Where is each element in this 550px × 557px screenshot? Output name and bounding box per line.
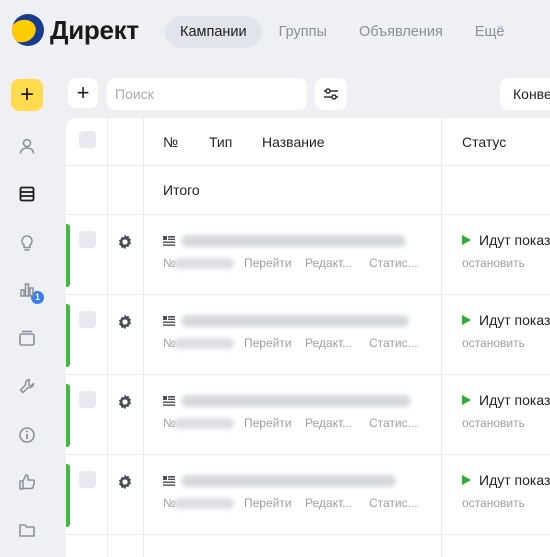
total-row-label: Итого — [163, 182, 200, 198]
campaign-name-redacted[interactable] — [181, 235, 406, 247]
active-status-stripe — [66, 224, 70, 287]
row-checkbox[interactable] — [79, 471, 96, 488]
stop-link[interactable]: остановить — [462, 416, 525, 430]
select-all-checkbox[interactable] — [79, 131, 96, 148]
row-divider — [66, 214, 550, 215]
logo-text: Директ — [50, 14, 139, 45]
status-running: Идут показ — [462, 472, 550, 488]
open-link[interactable]: Перейти — [244, 336, 292, 350]
text-campaign-icon — [163, 316, 175, 326]
gear-icon[interactable] — [116, 393, 134, 411]
campaign-name-redacted[interactable] — [181, 395, 411, 407]
stats-link[interactable]: Статис... — [369, 496, 418, 510]
toolbar: + Конве — [66, 66, 550, 118]
row-checkbox[interactable] — [79, 231, 96, 248]
lightbulb-icon[interactable] — [17, 233, 37, 253]
campaign-number-redacted — [174, 418, 234, 429]
campaign-number-redacted — [174, 338, 234, 349]
campaign-name-redacted[interactable] — [181, 475, 396, 487]
status-text: Идут показ — [479, 392, 550, 408]
text-campaign-icon — [163, 396, 175, 406]
logo-mark-icon — [12, 14, 44, 46]
campaigns-icon[interactable] — [17, 184, 37, 204]
nav-tab-campaigns[interactable]: Кампании — [165, 16, 262, 48]
table-row: № Перейти Редакт... Статис... Идут показ… — [66, 378, 550, 458]
campaigns-table: № Тип Название Статус Итого № Перейти Ре… — [66, 118, 550, 557]
campaign-number-redacted — [174, 258, 234, 269]
info-icon[interactable] — [17, 425, 37, 445]
edit-link[interactable]: Редакт... — [305, 416, 352, 430]
row-divider — [66, 165, 550, 166]
campaign-name-redacted[interactable] — [181, 315, 409, 327]
table-row: № Перейти Редакт... Статис... Идут показ… — [66, 458, 550, 538]
status-running: Идут показ — [462, 392, 550, 408]
edit-link[interactable]: Редакт... — [305, 336, 352, 350]
main-nav: Кампании Группы Объявления Ещё — [165, 16, 521, 48]
table-row: № Перейти Редакт... Статис... Идут показ… — [66, 298, 550, 378]
nav-tab-more[interactable]: Ещё — [460, 16, 520, 48]
logo[interactable]: Директ — [12, 14, 139, 46]
text-campaign-icon — [163, 236, 175, 246]
folder-icon[interactable] — [17, 520, 37, 540]
tools-icon[interactable] — [17, 376, 37, 396]
status-running: Идут показ — [462, 312, 550, 328]
column-header-type[interactable]: Тип — [209, 134, 232, 150]
gear-icon[interactable] — [116, 233, 134, 251]
open-link[interactable]: Перейти — [244, 496, 292, 510]
status-text: Идут показ — [479, 312, 550, 328]
library-icon[interactable] — [17, 328, 37, 348]
stop-link[interactable]: остановить — [462, 496, 525, 510]
sliders-icon — [324, 88, 338, 100]
play-icon — [462, 315, 471, 325]
column-header-status[interactable]: Статус — [462, 134, 506, 150]
gear-icon[interactable] — [116, 473, 134, 491]
table-row: № Перейти Редакт... Статис... Идут показ… — [66, 218, 550, 298]
stats-link[interactable]: Статис... — [369, 336, 418, 350]
play-icon — [462, 395, 471, 405]
text-campaign-icon — [163, 476, 175, 486]
stats-icon[interactable] — [17, 280, 37, 300]
active-status-stripe — [66, 384, 70, 447]
active-status-stripe — [66, 304, 70, 367]
open-link[interactable]: Перейти — [244, 416, 292, 430]
like-icon[interactable] — [17, 472, 37, 492]
conversions-button[interactable]: Конве — [500, 78, 550, 110]
status-text: Идут показ — [479, 472, 550, 488]
sidebar: + 1 — [0, 66, 66, 557]
gear-icon[interactable] — [116, 313, 134, 331]
nav-tab-groups[interactable]: Группы — [264, 16, 342, 48]
nav-tab-ads[interactable]: Объявления — [344, 16, 458, 48]
stop-link[interactable]: остановить — [462, 256, 525, 270]
play-icon — [462, 475, 471, 485]
add-campaign-button[interactable]: + — [68, 78, 98, 108]
edit-link[interactable]: Редакт... — [305, 496, 352, 510]
play-icon — [462, 235, 471, 245]
status-text: Идут показ — [479, 232, 550, 248]
edit-link[interactable]: Редакт... — [305, 256, 352, 270]
stats-link[interactable]: Статис... — [369, 416, 418, 430]
row-checkbox[interactable] — [79, 391, 96, 408]
create-button[interactable]: + — [11, 79, 43, 111]
search-input[interactable] — [107, 78, 307, 110]
user-icon[interactable] — [17, 136, 37, 156]
column-header-number[interactable]: № — [163, 134, 178, 150]
stop-link[interactable]: остановить — [462, 336, 525, 350]
active-status-stripe — [66, 464, 70, 527]
open-link[interactable]: Перейти — [244, 256, 292, 270]
filter-settings-button[interactable] — [315, 78, 347, 110]
row-checkbox[interactable] — [79, 311, 96, 328]
status-running: Идут показ — [462, 232, 550, 248]
column-header-name[interactable]: Название — [262, 134, 325, 150]
top-header: Директ Кампании Группы Объявления Ещё — [0, 0, 550, 66]
campaign-number-redacted — [174, 498, 234, 509]
stats-link[interactable]: Статис... — [369, 256, 418, 270]
